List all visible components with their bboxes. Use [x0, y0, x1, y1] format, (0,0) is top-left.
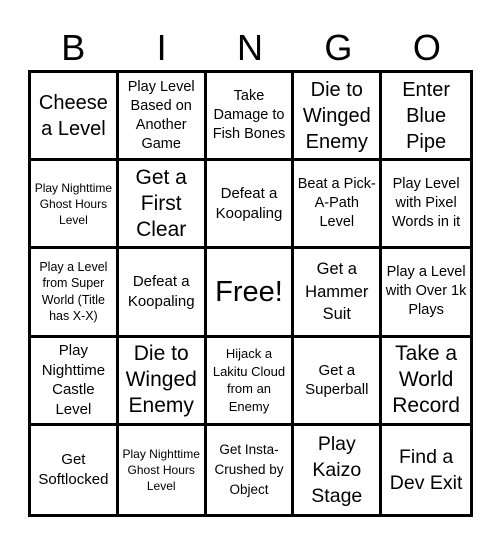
free-space-cell[interactable]: Free! [206, 249, 295, 338]
cell-text: Beat a Pick-A-Path Level [297, 176, 376, 231]
bingo-cell[interactable]: Play Kaizo Stage [294, 425, 383, 514]
cell-text: Play Nighttime Ghost Hours Level [34, 180, 113, 227]
cell-text: Play a Level with Over 1k Plays [385, 264, 467, 319]
bingo-cell[interactable]: Take Damage to Fish Bones [206, 73, 295, 162]
bingo-cell[interactable]: Play Level with Pixel Words in it [382, 161, 470, 250]
bingo-cell[interactable]: Enter Blue Pipe [382, 73, 470, 162]
cell-text: Die to Winged Enemy [302, 78, 371, 153]
bingo-cell[interactable]: Get Softlocked [31, 425, 119, 514]
cell-text: Take a World Record [392, 342, 460, 418]
bingo-cell[interactable]: Play Level Based on Another Game [118, 73, 207, 162]
bingo-cell[interactable]: Beat a Pick-A-Path Level [294, 161, 383, 250]
bingo-cell[interactable]: Get Insta-Crushed by Object [207, 425, 295, 514]
cell-text: Play a Level from Super World (Title has… [39, 259, 108, 324]
cell-text: Enter Blue Pipe [402, 78, 450, 153]
cell-text: Play Nighttime Ghost Hours Level [122, 446, 200, 493]
bingo-cell[interactable]: Defeat a Koopaling [206, 161, 295, 250]
header-letter-n: N [237, 27, 264, 68]
bingo-cell[interactable]: Play a Level with Over 1k Plays [382, 249, 470, 338]
bingo-cell[interactable]: Hijack a Lakitu Cloud from an Enemy [206, 337, 295, 426]
bingo-cell[interactable]: Cheese a Level [31, 73, 119, 162]
cell-text: Die to Winged Enemy [125, 342, 197, 418]
bingo-cell[interactable]: Play Nighttime Ghost Hours Level [31, 161, 119, 250]
cell-text: Get a Superball [305, 361, 369, 399]
cell-text: Get a Hammer Suit [305, 260, 369, 324]
cell-text: Hijack a Lakitu Cloud from an Enemy [212, 346, 286, 414]
cell-text: Get a First Clear [135, 165, 187, 241]
cell-text: Defeat a Koopaling [215, 185, 283, 222]
free-space-text: Free! [215, 275, 283, 308]
cell-text: Play Nighttime Castle Level [41, 342, 106, 418]
header-letter-g: G [324, 27, 353, 68]
cell-text: Play Level with Pixel Words in it [391, 176, 461, 231]
bingo-cell[interactable]: Find a Dev Exit [382, 426, 470, 514]
bingo-cell[interactable]: Get a Hammer Suit [294, 249, 383, 338]
cell-text: Get Softlocked [38, 451, 109, 488]
bingo-cell[interactable]: Die to Winged Enemy [294, 73, 383, 162]
bingo-grid: Cheese a Level Play Level Based on Anoth… [28, 70, 473, 517]
cell-text: Defeat a Koopaling [127, 273, 195, 310]
cell-text: Find a Dev Exit [389, 445, 463, 494]
bingo-header: B I N G O [29, 26, 471, 70]
bingo-cell[interactable]: Take a World Record [382, 338, 470, 426]
bingo-cell[interactable]: Defeat a Koopaling [118, 249, 207, 338]
cell-text: Play Level Based on Another Game [127, 78, 195, 152]
bingo-cell[interactable]: Play a Level from Super World (Title has… [31, 249, 119, 338]
cell-text: Play Kaizo Stage [311, 432, 363, 507]
bingo-cell[interactable]: Die to Winged Enemy [118, 337, 207, 426]
cell-text: Take Damage to Fish Bones [212, 88, 286, 143]
bingo-cell[interactable]: Get a Superball [294, 337, 383, 426]
header-letter-o: O [412, 27, 441, 68]
bingo-cell[interactable]: Get a First Clear [118, 161, 207, 250]
bingo-cell[interactable]: Play Nighttime Castle Level [31, 337, 119, 426]
cell-text: Get Insta-Crushed by Object [214, 441, 284, 497]
header-letter-i: I [156, 27, 167, 68]
bingo-cell[interactable]: Play Nighttime Ghost Hours Level [119, 425, 207, 514]
cell-text: Cheese a Level [38, 91, 108, 140]
header-letter-b: B [61, 27, 86, 68]
